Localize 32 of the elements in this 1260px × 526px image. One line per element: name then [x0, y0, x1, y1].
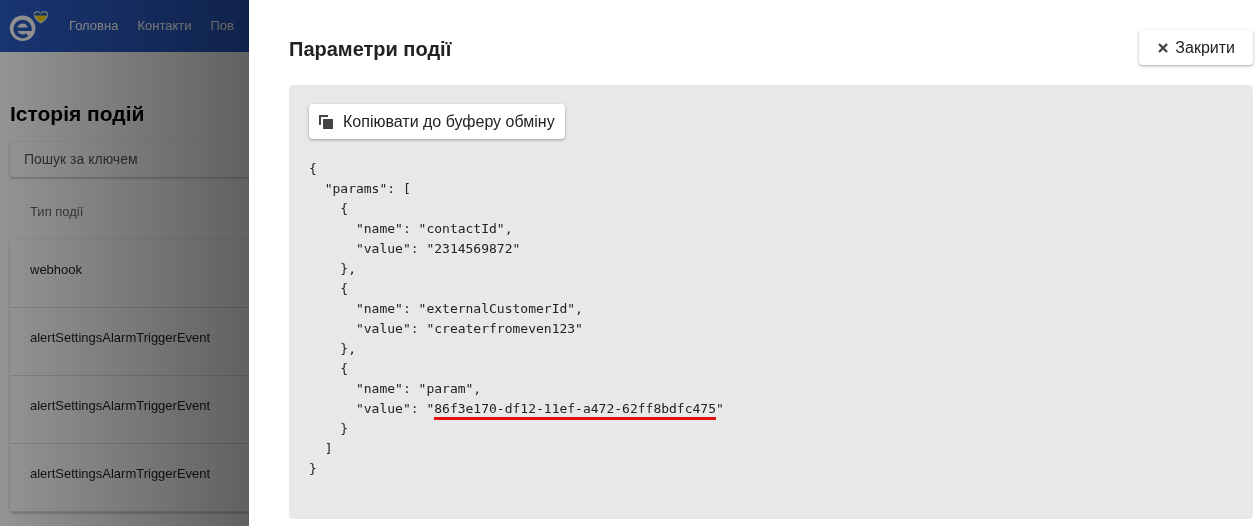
code-line: "value": "2314569872"	[354, 240, 522, 258]
close-icon	[1157, 41, 1170, 54]
code-line: },	[339, 340, 357, 358]
nav-link[interactable]: Пов	[210, 16, 234, 36]
code-line: "params": [	[323, 180, 412, 198]
code-line: },	[339, 260, 357, 278]
nav-link[interactable]: Контакти	[137, 16, 192, 36]
code-line: }	[309, 460, 318, 478]
code-line: ]	[323, 440, 334, 458]
code-line: {	[339, 200, 350, 218]
close-button[interactable]: Закрити	[1139, 30, 1253, 65]
copy-icon	[319, 114, 333, 129]
table-cell: alertSettingsAlarmTriggerEvent	[30, 465, 211, 481]
search-field[interactable]: Пошук за ключем	[10, 141, 249, 177]
copy-button[interactable]: Копіювати до буферу обміну	[309, 104, 565, 139]
code-line: }	[339, 420, 350, 438]
code-line: "name": "externalCustomerId",	[354, 300, 584, 318]
dialog-title: Параметри події	[289, 37, 452, 62]
column-header: Тип події	[30, 202, 85, 221]
code-line: "name": "param",	[354, 380, 483, 398]
table-cell: webhook	[30, 261, 83, 277]
code-line: {	[309, 160, 318, 178]
code-line: {	[339, 360, 350, 378]
logo-icon	[8, 9, 50, 43]
table-cell: alertSettingsAlarmTriggerEvent	[30, 397, 211, 413]
table-cell: alertSettingsAlarmTriggerEvent	[30, 329, 211, 345]
code-line: "name": "contactId",	[354, 220, 514, 238]
code-line: "value": "createrfromeven123"	[354, 320, 584, 338]
code-line: "value": "86f3e170-df12-11ef-a472-62ff8bdfc475"	[309, 399, 724, 419]
nav-link[interactable]: Головна	[69, 16, 119, 36]
page-title: Історія подій	[10, 101, 146, 127]
code-line: {	[339, 280, 350, 298]
